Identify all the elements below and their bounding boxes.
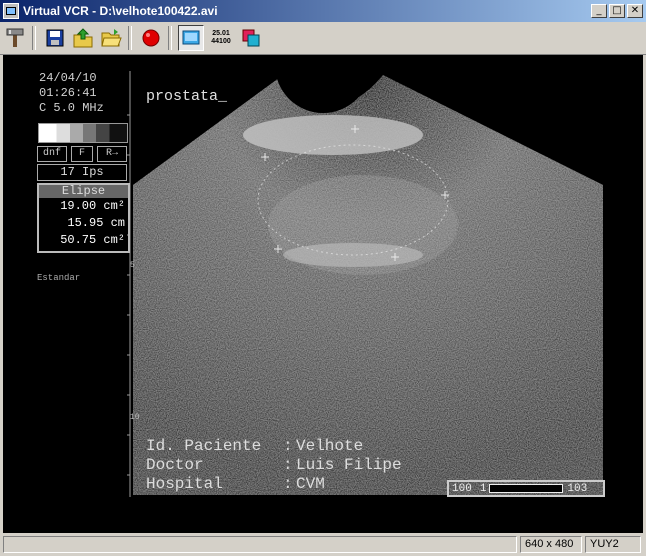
probe-readout: C 5.0 MHz	[39, 101, 104, 115]
time-readout: 01:26:41	[39, 86, 97, 100]
export-button[interactable]	[70, 25, 96, 51]
gauge-right-value: 103	[567, 482, 588, 495]
patient-value: Velhote	[296, 437, 364, 455]
hospital-label: Hospital	[146, 475, 223, 493]
overlay-button[interactable]	[238, 25, 264, 51]
hospital-colon: :	[283, 475, 293, 493]
r-button: R→	[97, 146, 127, 162]
framerate-line2: 44100	[211, 38, 231, 45]
video-frame: 24/04/10 01:26:41 C 5.0 MHz dnf F R→ 17 …	[3, 55, 643, 533]
close-button[interactable]: ✕	[627, 4, 643, 18]
depth-marker-bottom: 10	[130, 413, 140, 422]
date-readout: 24/04/10	[39, 71, 97, 85]
measure-area-2: 50.75 cm²	[60, 233, 125, 247]
tools-icon	[6, 28, 24, 47]
framerate-icon: 25.01 44100	[211, 30, 230, 46]
resolution-readout: 640 x 480	[520, 536, 582, 553]
patient-label: Id. Paciente	[146, 437, 262, 455]
maximize-button[interactable]: □	[609, 4, 625, 18]
format-readout: YUY2	[585, 536, 641, 553]
annotation-text: prostata_	[146, 88, 228, 105]
save-button[interactable]	[42, 25, 68, 51]
doctor-colon: :	[283, 456, 293, 474]
doctor-value: Luis Filipe	[296, 456, 402, 474]
monitor-icon	[182, 30, 200, 45]
toolbar-separator	[128, 26, 132, 50]
minimize-button[interactable]: _	[591, 4, 607, 18]
toolbar-separator	[32, 26, 36, 50]
toolbar-separator	[168, 26, 172, 50]
gauge-left-value: 100	[452, 482, 472, 495]
patient-colon: :	[283, 437, 293, 455]
title-bar: Virtual VCR - D:\velhote100422.avi _ □ ✕	[0, 0, 646, 22]
status-main	[3, 536, 517, 553]
app-icon	[3, 3, 19, 19]
fps-readout: 17 Ips	[37, 164, 127, 181]
window-title: Virtual VCR - D:\velhote100422.avi	[23, 4, 218, 18]
framerate-line1: 25.01	[212, 30, 230, 37]
dnf-button: dnf	[37, 146, 67, 162]
grayscale-bar	[38, 123, 128, 143]
gauge-mid-value: 1	[479, 482, 487, 495]
toolbar: 25.01 44100	[0, 22, 646, 55]
hospital-value: CVM	[296, 475, 325, 493]
gauge-bar	[489, 484, 564, 493]
folder-open-icon	[101, 29, 122, 47]
folder-up-icon	[73, 28, 93, 48]
preview-button[interactable]	[178, 25, 204, 51]
overlay-icon	[242, 29, 260, 47]
f-button: F	[71, 146, 93, 162]
depth-marker: 5	[130, 261, 135, 270]
doctor-label: Doctor	[146, 456, 204, 474]
measure-title: Elipse	[39, 185, 128, 198]
frame-gauge: 100 1 103	[447, 480, 605, 497]
measure-area: 19.00 cm²	[60, 199, 125, 213]
settings-tool-button[interactable]	[2, 25, 28, 51]
framerate-button[interactable]: 25.01 44100	[206, 25, 236, 51]
record-icon	[142, 29, 160, 47]
floppy-disk-icon	[46, 29, 64, 47]
measure-perimeter: 15.95 cm	[67, 216, 125, 230]
status-bar: 640 x 480 YUY2	[0, 533, 646, 556]
measure-panel: Elipse 19.00 cm² 15.95 cm 50.75 cm²	[37, 183, 130, 253]
record-button[interactable]	[138, 25, 164, 51]
open-button[interactable]	[98, 25, 124, 51]
preset-label: Estandar	[37, 273, 81, 283]
